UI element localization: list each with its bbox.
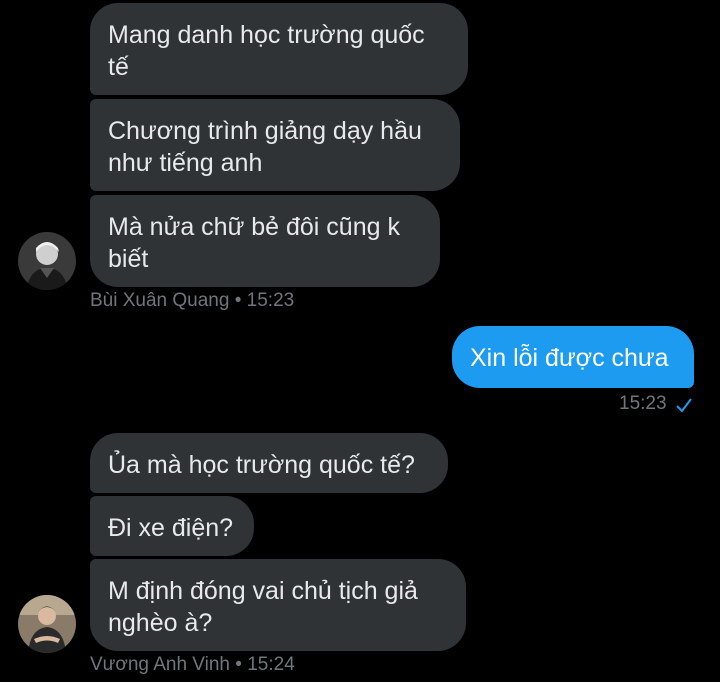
message-meta: 15:23 [619,392,667,416]
message-meta: Vương Anh Vinh • 15:24 [90,653,295,677]
incoming-message-bubble[interactable]: Mang danh học trường quốc tế [90,3,468,95]
incoming-message-bubble[interactable]: Đi xe điện? [90,496,254,556]
user-avatar-icon[interactable] [18,595,76,653]
timestamp: 15:23 [246,290,295,311]
incoming-message-bubble[interactable]: Mà nửa chữ bẻ đôi cũng k biết [90,195,440,287]
timestamp: 15:24 [247,654,295,675]
sender-name[interactable]: Vương Anh Vinh [90,654,230,675]
checkmark-icon [675,396,693,414]
message-text: M định đóng vai chủ tịch giả nghèo à? [108,577,418,637]
message-text: Ủa mà học trường quốc tế? [108,451,415,479]
message-meta: Bùi Xuân Quang • 15:23 [90,289,294,313]
incoming-message-bubble[interactable]: M định đóng vai chủ tịch giả nghèo à? [90,559,466,651]
timestamp: 15:23 [619,393,667,414]
message-text: Chương trình giảng dạy hầu như tiếng anh [108,117,422,177]
message-text: Đi xe điện? [108,514,234,542]
sender-name[interactable]: Bùi Xuân Quang [90,290,229,311]
separator-dot: • [234,290,242,311]
outgoing-message-bubble[interactable]: Xin lỗi được chưa [452,326,694,388]
message-text: Mang danh học trường quốc tế [108,21,425,81]
message-text: Mà nửa chữ bẻ đôi cũng k biết [108,213,400,273]
incoming-message-bubble[interactable]: Ủa mà học trường quốc tế? [90,433,448,493]
user-avatar-icon[interactable] [18,232,76,290]
separator-dot: • [235,654,242,675]
message-text: Xin lỗi được chưa [470,344,669,372]
incoming-message-bubble[interactable]: Chương trình giảng dạy hầu như tiếng anh [90,99,460,191]
